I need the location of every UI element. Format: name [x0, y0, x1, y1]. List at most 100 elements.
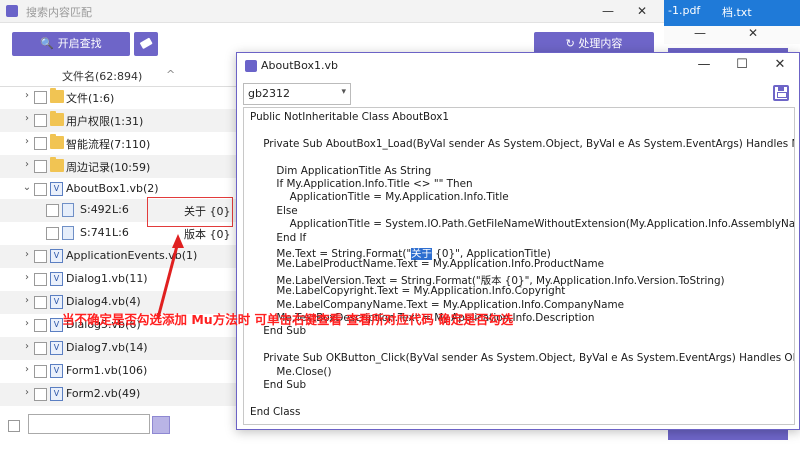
- expand-icon[interactable]: ›: [22, 136, 32, 147]
- close-icon[interactable]: ✕: [748, 26, 758, 40]
- close-icon[interactable]: ✕: [767, 55, 793, 75]
- code-line: ApplicationTitle = My.Application.Info.T…: [250, 191, 509, 203]
- tree-item-label: Dialog1.vb(11): [66, 272, 148, 285]
- minimize-icon[interactable]: —: [598, 2, 618, 20]
- filter-button[interactable]: [152, 416, 170, 434]
- annotation-highlight-box: [147, 197, 233, 227]
- code-text: Private Sub AboutBox1_Load(ByVal sender …: [263, 137, 794, 150]
- expand-icon[interactable]: ›: [22, 113, 32, 124]
- tree-file-row[interactable]: › V Form2.vb(49): [0, 383, 236, 406]
- vb-file-icon: V: [50, 272, 63, 286]
- expand-icon[interactable]: ›: [22, 159, 32, 170]
- main-window-title: 搜索内容匹配: [26, 6, 92, 19]
- checkbox[interactable]: [34, 342, 47, 355]
- folder-icon: [50, 111, 64, 126]
- checkbox[interactable]: [34, 388, 47, 401]
- checkbox[interactable]: [34, 91, 47, 104]
- code-line: End Sub: [250, 379, 306, 391]
- tree-folder-row[interactable]: › 智能流程(7:110): [0, 132, 236, 155]
- expand-icon[interactable]: ›: [22, 318, 32, 329]
- app-icon: [6, 5, 18, 17]
- match-position: S:741: [80, 226, 112, 239]
- column-header-filename[interactable]: 文件名(62:894): [62, 68, 142, 84]
- vb-file-icon: V: [50, 364, 63, 378]
- code-line: Me.LabelProductName.Text = My.Applicatio…: [250, 258, 604, 270]
- code-text: Private Sub OKButton_Click(ByVal sender …: [263, 352, 794, 365]
- start-search-button[interactable]: 🔍 开启查找: [12, 32, 130, 56]
- tree-item-label: 用户权限(1:31): [66, 115, 144, 128]
- match-line: L:6: [112, 226, 129, 239]
- code-line: If My.Application.Info.Title <> "" Then: [250, 178, 473, 190]
- maximize-icon[interactable]: ☐: [729, 55, 755, 75]
- tree-file-row[interactable]: › V ApplicationEvents.vb(1): [0, 245, 236, 268]
- code-line: End If: [250, 232, 306, 244]
- code-text: If My.Application.Info.Title <> "" Then: [250, 178, 473, 190]
- collapse-icon[interactable]: ⌄: [22, 182, 32, 193]
- expand-icon[interactable]: ›: [22, 272, 32, 283]
- dialog-title: AboutBox1.vb: [261, 59, 338, 72]
- tree-folder-row[interactable]: › 文件(1:6): [0, 86, 236, 109]
- code-text: Dim ApplicationTitle As String: [250, 164, 432, 177]
- expand-icon[interactable]: ›: [22, 341, 32, 352]
- expand-icon[interactable]: ›: [22, 249, 32, 260]
- close-icon[interactable]: ✕: [632, 2, 652, 20]
- code-text: End Class: [250, 405, 301, 418]
- checkbox[interactable]: [34, 250, 47, 263]
- select-all-checkbox[interactable]: [8, 420, 20, 432]
- checkbox[interactable]: [34, 319, 47, 332]
- code-text: Me.LabelCopyright.Text = My.Application.…: [250, 285, 566, 298]
- code-line: Public NotInheritable Class AboutBox1: [250, 111, 449, 123]
- code-text: ApplicationTitle = System.IO.Path.GetFil…: [250, 218, 795, 231]
- tree-item-label: Form2.vb(49): [66, 387, 141, 400]
- expand-icon[interactable]: ›: [22, 364, 32, 375]
- checkbox[interactable]: [34, 137, 47, 150]
- checkbox[interactable]: [34, 183, 47, 196]
- expand-icon[interactable]: ›: [22, 90, 32, 101]
- filter-input[interactable]: [28, 414, 150, 434]
- sort-icon[interactable]: ^: [166, 68, 175, 81]
- code-text: Me.Close(): [250, 365, 332, 378]
- eraser-button[interactable]: [134, 32, 158, 56]
- checkbox[interactable]: [34, 273, 47, 286]
- minimize-icon[interactable]: —: [691, 55, 717, 75]
- background-file-label[interactable]: 档.txt: [722, 4, 752, 20]
- code-text-area[interactable]: Public NotInheritable Class AboutBox1 Pr…: [243, 107, 795, 425]
- encoding-select[interactable]: gb2312 ▾: [243, 83, 351, 105]
- tree-folder-row[interactable]: › 周边记录(10:59): [0, 155, 236, 178]
- vb-file-icon: V: [50, 182, 63, 196]
- code-text: End If: [250, 231, 307, 244]
- expand-icon[interactable]: ›: [22, 295, 32, 306]
- code-viewer-dialog: AboutBox1.vb — ☐ ✕ gb2312 ▾ Public NotIn…: [236, 52, 800, 430]
- checkbox[interactable]: [46, 227, 59, 240]
- checkbox[interactable]: [46, 204, 59, 217]
- checkbox[interactable]: [34, 365, 47, 378]
- checkbox[interactable]: [34, 114, 47, 127]
- background-file-label[interactable]: -1.pdf: [668, 4, 700, 17]
- encoding-value: gb2312: [248, 87, 290, 100]
- checkbox[interactable]: [34, 296, 47, 309]
- tree-item-label: 智能流程(7:110): [66, 138, 151, 151]
- minimize-icon[interactable]: —: [694, 26, 706, 40]
- expand-icon[interactable]: ›: [22, 387, 32, 398]
- tree-file-row[interactable]: › V Form1.vb(106): [0, 360, 236, 383]
- code-line: Me.Close(): [250, 365, 332, 378]
- code-line-icon: [62, 203, 74, 217]
- save-icon[interactable]: [773, 85, 789, 101]
- tree-item-label: 文件(1:6): [66, 92, 115, 105]
- checkbox[interactable]: [34, 160, 47, 173]
- tree-folder-row[interactable]: › 用户权限(1:31): [0, 109, 236, 132]
- background-taskbar: -1.pdf 档.txt: [664, 0, 800, 26]
- tree-file-row[interactable]: › V Dialog7.vb(14): [0, 337, 236, 360]
- code-line: Me.LabelCopyright.Text = My.Application.…: [250, 285, 565, 297]
- dialog-titlebar: AboutBox1.vb — ☐ ✕: [237, 53, 799, 77]
- vb-file-icon: V: [50, 295, 63, 309]
- tree-item-label: 周边记录(10:59): [66, 161, 151, 174]
- annotation-text: 当不确定是否勾选添加 Mu方法时 可单击右键查看 查看所对应代码 确定是否勾选: [62, 312, 514, 327]
- code-line: Dim ApplicationTitle As String: [250, 165, 431, 177]
- tree-file-row[interactable]: › V Dialog1.vb(11): [0, 268, 236, 291]
- tree-item-label: AboutBox1.vb(2): [66, 182, 159, 195]
- tree-item-label: Dialog4.vb(4): [66, 295, 141, 308]
- eraser-icon: [140, 37, 153, 49]
- code-text: End Sub: [250, 379, 307, 391]
- code-line: ApplicationTitle = System.IO.Path.GetFil…: [250, 218, 795, 231]
